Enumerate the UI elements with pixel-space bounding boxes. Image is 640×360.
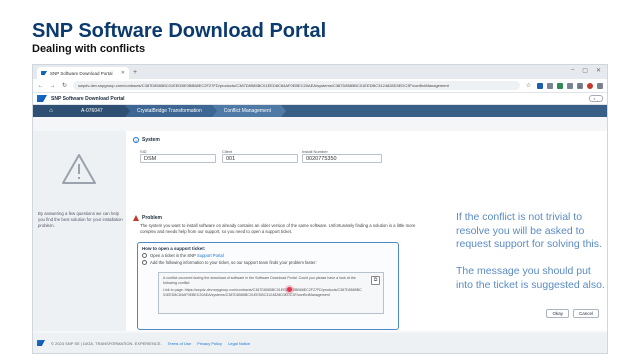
ticket-link: https://swpdv-dev.snpgroup.com/contracts…: [163, 288, 362, 297]
ticket-link-prefix: Link to page:: [163, 288, 184, 293]
support-option-2-text: Add the following information to your ti…: [150, 260, 317, 265]
snp-footer-logo-icon: [37, 340, 45, 346]
browser-tabbar: SNP Software Download Portal ✕ + – ▢ ✕: [33, 65, 607, 79]
install-number-field[interactable]: 0020775350: [302, 154, 382, 163]
reload-icon[interactable]: ↻: [61, 82, 68, 89]
copy-icon[interactable]: ⧉: [371, 276, 380, 285]
problem-text: The system you want to install software …: [140, 223, 416, 234]
sid-field[interactable]: DSM: [140, 154, 216, 163]
system-heading-label: System: [142, 137, 160, 143]
slide-subtitle: Dealing with conflicts: [32, 43, 146, 55]
left-panel-text: By answering a few questions we can help…: [38, 211, 123, 228]
dialog-buttons: Okay Cancel: [546, 309, 599, 318]
client-field[interactable]: 001: [222, 154, 298, 163]
okay-button[interactable]: Okay: [546, 309, 569, 318]
new-tab-icon[interactable]: +: [133, 67, 137, 79]
support-portal-link[interactable]: Support Portal: [197, 253, 224, 258]
window-controls: – ▢ ✕: [571, 67, 601, 74]
address-bar: ← → ↻ swpdv-dev.snpgroup.com/contracts/C…: [33, 79, 607, 93]
breadcrumb-current: Conflict Management: [211, 105, 287, 117]
ticket-message-text: A conflict occurred during the download …: [163, 276, 356, 285]
browser-tab[interactable]: SNP Software Download Portal ✕: [37, 67, 129, 79]
conflict-dialog: i System SID DSM Client 001 Install Numb…: [126, 131, 607, 331]
extensions: ⤓ ⋮: [537, 82, 603, 90]
snp-logo-icon: [37, 95, 47, 102]
minimize-icon[interactable]: –: [571, 67, 574, 74]
terms-link[interactable]: Terms of Use: [168, 341, 192, 346]
extension-icon[interactable]: [567, 82, 573, 89]
warning-triangle-icon: [62, 154, 96, 184]
breadcrumb-product[interactable]: CrystalBridge Transformation: [125, 105, 217, 117]
close-tab-icon[interactable]: ✕: [121, 70, 125, 76]
cursor-pointer: [287, 287, 292, 292]
page-footer: © 2024 SNP SE | DATA. TRANSFORMATION. EX…: [33, 333, 607, 353]
note-message: The message you should put into the tick…: [456, 265, 605, 291]
left-panel: By answering a few questions we can help…: [33, 131, 126, 331]
menu-icon[interactable]: ⋮: [597, 82, 603, 90]
support-option-2: Add the following information to your ti…: [142, 260, 317, 265]
shell-title: SNP Software Download Portal: [51, 95, 125, 102]
star-icon[interactable]: ☆: [525, 82, 532, 89]
privacy-link[interactable]: Privacy Policy: [197, 341, 222, 346]
ticket-message-box[interactable]: A conflict occurred during the download …: [158, 272, 384, 314]
breadcrumb: ⌂ A-076047 CrystalBridge Transformation …: [33, 105, 607, 117]
support-title: How to open a support ticket:: [142, 246, 206, 251]
tab-title: SNP Software Download Portal: [50, 70, 113, 76]
breadcrumb-contract[interactable]: A-076047: [69, 105, 130, 117]
problem-heading: Problem: [133, 215, 162, 221]
note-conflict: If the conflict is not trivial to resolv…: [456, 211, 602, 250]
cancel-button[interactable]: Cancel: [572, 309, 599, 318]
close-window-icon[interactable]: ✕: [596, 67, 601, 74]
slide-title: SNP Software Download Portal: [32, 20, 327, 42]
extension-icon[interactable]: [557, 82, 563, 89]
browser-window: SNP Software Download Portal ✕ + – ▢ ✕ ←…: [32, 64, 608, 354]
profile-icon[interactable]: [587, 82, 593, 89]
support-ticket-box: How to open a support ticket: Open a tic…: [137, 242, 399, 330]
page-content: By answering a few questions we can help…: [33, 131, 607, 331]
maximize-icon[interactable]: ▢: [582, 67, 588, 74]
problem-heading-label: Problem: [142, 215, 163, 221]
extension-icon[interactable]: [537, 82, 543, 89]
system-heading: i System: [133, 137, 160, 143]
info-icon: i: [133, 137, 139, 143]
ticket-message: A conflict occurred during the download …: [163, 276, 363, 297]
user-menu-button[interactable]: ⌕ ⌄: [589, 95, 603, 102]
home-icon[interactable]: ⌂: [33, 105, 69, 117]
support-option-1: Open a ticket in the SNP Support Portal: [142, 253, 224, 258]
back-icon[interactable]: ←: [37, 83, 44, 89]
support-option-1-text: Open a ticket in the SNP: [150, 253, 196, 258]
radio-icon[interactable]: [142, 253, 147, 258]
favicon-icon: [41, 71, 47, 75]
download-icon[interactable]: ⤓: [577, 82, 583, 89]
forward-icon[interactable]: →: [49, 83, 56, 89]
warning-icon: [133, 215, 139, 221]
url-field[interactable]: swpdv-dev.snpgroup.com/contracts/C387D85…: [73, 81, 520, 90]
shell-bar: SNP Software Download Portal ⌕ ⌄: [33, 93, 607, 105]
extension-icon[interactable]: [547, 82, 553, 89]
radio-icon[interactable]: [142, 260, 147, 265]
copyright-text: © 2024 SNP SE | DATA. TRANSFORMATION. EX…: [51, 340, 162, 346]
legal-link[interactable]: Legal Notice: [228, 341, 250, 346]
